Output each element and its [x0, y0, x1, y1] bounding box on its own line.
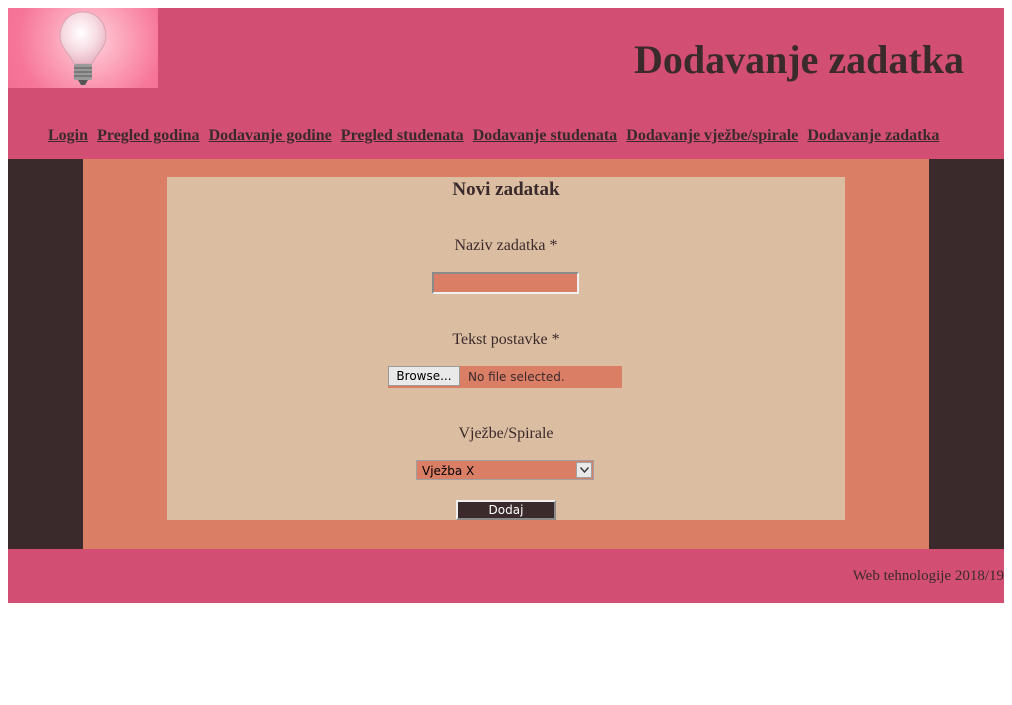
nav-pregled-studenata[interactable]: Pregled studenata	[341, 127, 464, 144]
page-title: Dodavanje zadatka	[633, 37, 964, 82]
main-nav: Login Pregled godina Dodavanje godine Pr…	[48, 125, 943, 145]
content-column: Novi zadatak Naziv zadatka * Tekst posta…	[83, 159, 929, 549]
nav-dodavanje-studenata[interactable]: Dodavanje studenata	[473, 127, 617, 144]
nav-dodavanje-godine[interactable]: Dodavanje godine	[209, 127, 332, 144]
footer: Web tehnologije 2018/19	[8, 549, 1004, 603]
nav-login[interactable]: Login	[48, 127, 88, 144]
name-label: Naziv zadatka *	[454, 237, 558, 254]
task-form: Novi zadatak Naziv zadatka * Tekst posta…	[167, 177, 845, 520]
browse-button[interactable]: Browse...	[388, 366, 460, 386]
select-label: Vježbe/Spirale	[458, 425, 554, 442]
chevron-down-icon[interactable]	[576, 462, 592, 478]
file-status: No file selected.	[468, 370, 565, 384]
header: Dodavanje zadatka Login Pregled godina D…	[8, 8, 1004, 159]
main-area: Novi zadatak Naziv zadatka * Tekst posta…	[8, 159, 1004, 549]
nav-pregled-godina[interactable]: Pregled godina	[97, 127, 199, 144]
exercise-select[interactable]: Vježba X	[416, 460, 594, 480]
nav-dodavanje-vjezbe[interactable]: Dodavanje vježbe/spirale	[626, 127, 798, 144]
file-label: Tekst postavke *	[452, 331, 560, 348]
task-name-input[interactable]	[432, 272, 579, 294]
file-input[interactable]: Browse... No file selected.	[388, 366, 622, 388]
submit-button[interactable]: Dodaj	[456, 500, 556, 520]
page: Dodavanje zadatka Login Pregled godina D…	[8, 8, 1004, 603]
select-value: Vježba X	[422, 464, 475, 478]
form-title: Novi zadatak	[452, 179, 560, 200]
footer-text: Web tehnologije 2018/19	[852, 568, 1004, 584]
lightbulb-icon	[8, 8, 158, 88]
nav-dodavanje-zadatka[interactable]: Dodavanje zadatka	[807, 127, 939, 144]
